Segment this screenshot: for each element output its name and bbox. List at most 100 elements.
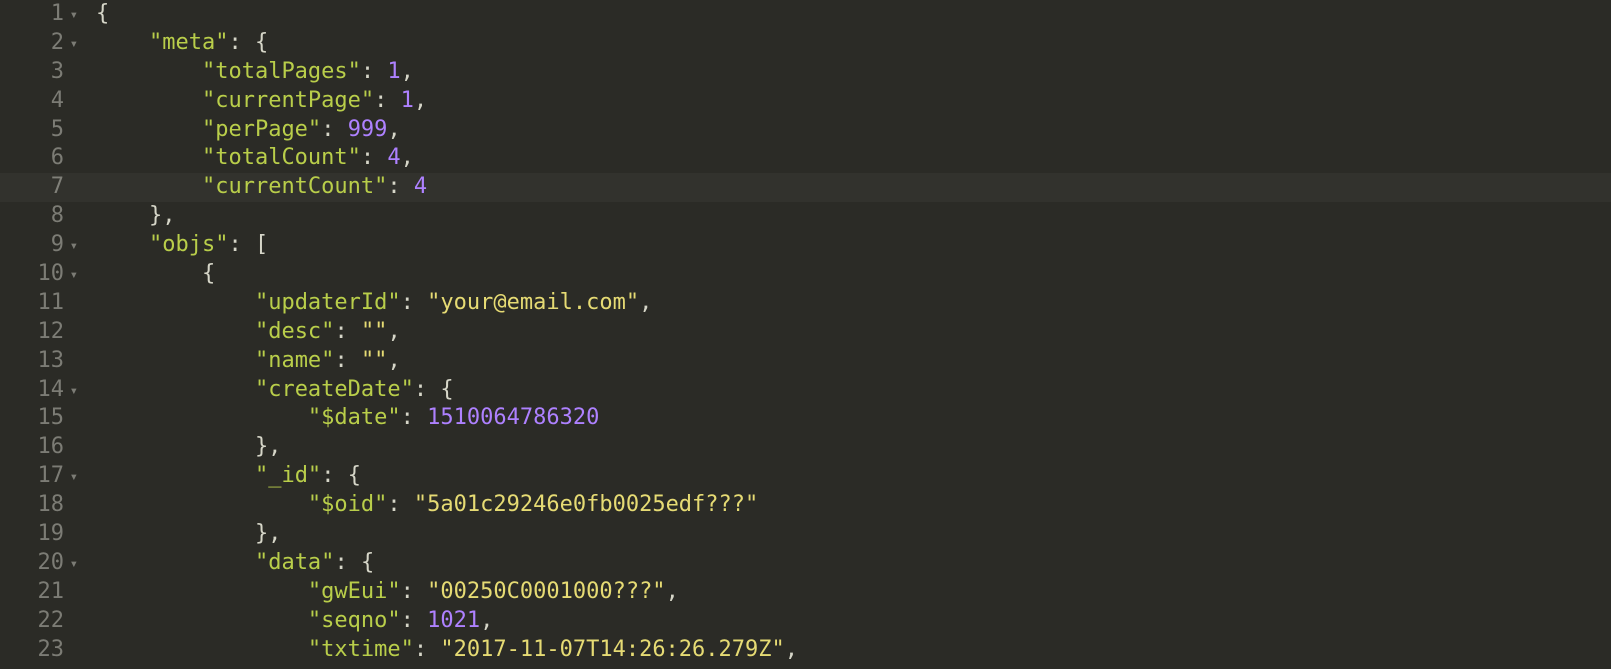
code-token: :: [414, 637, 441, 662]
code-token: },: [96, 434, 281, 459]
code-token: [96, 88, 202, 113]
line-number[interactable]: 22: [0, 607, 78, 636]
code-token: :: [334, 348, 361, 373]
code-token: ,: [785, 637, 798, 662]
line-number-label: 5: [51, 117, 64, 142]
code-editor[interactable]: 1▾2▾3456789▾10▾11121314▾151617▾181920▾21…: [0, 0, 1611, 669]
code-token: [96, 608, 308, 633]
code-token: 1: [401, 88, 414, 113]
code-token: "data": [255, 550, 334, 575]
code-token: [96, 637, 308, 662]
code-line[interactable]: },: [84, 433, 1611, 462]
code-line[interactable]: },: [84, 520, 1611, 549]
line-number[interactable]: 13: [0, 347, 78, 376]
code-token: },: [96, 521, 281, 546]
line-number[interactable]: 5: [0, 116, 78, 145]
line-number-label: 9: [51, 232, 64, 257]
code-token: :: [321, 117, 348, 142]
line-number[interactable]: 17▾: [0, 462, 78, 491]
code-line[interactable]: "_id": {: [84, 462, 1611, 491]
code-line[interactable]: "currentCount": 4: [84, 173, 1611, 202]
code-token: ,: [387, 319, 400, 344]
code-line[interactable]: "totalCount": 4,: [84, 144, 1611, 173]
code-token: :: [387, 492, 414, 517]
code-token: :: [334, 319, 361, 344]
code-token: {: [96, 261, 215, 286]
line-number[interactable]: 18: [0, 491, 78, 520]
code-line[interactable]: "txtime": "2017-11-07T14:26:26.279Z",: [84, 636, 1611, 665]
code-line[interactable]: "seqno": 1021,: [84, 607, 1611, 636]
code-token: "": [361, 348, 388, 373]
line-number-label: 4: [51, 88, 64, 113]
code-token: :: [228, 30, 255, 55]
line-number[interactable]: 11: [0, 289, 78, 318]
line-number-label: 12: [38, 319, 65, 344]
code-token: "gwEui": [308, 579, 401, 604]
code-token: ,: [401, 59, 414, 84]
code-token: [96, 117, 202, 142]
fold-toggle-icon[interactable]: ▾: [66, 550, 78, 579]
line-number[interactable]: 3: [0, 58, 78, 87]
code-token: {: [440, 377, 453, 402]
line-number[interactable]: 15: [0, 404, 78, 433]
code-line[interactable]: "perPage": 999,: [84, 116, 1611, 145]
code-line[interactable]: "gwEui": "00250C0001000???",: [84, 578, 1611, 607]
code-line[interactable]: "objs": [: [84, 231, 1611, 260]
line-number[interactable]: 8: [0, 202, 78, 231]
line-number[interactable]: 4: [0, 87, 78, 116]
code-line[interactable]: "name": "",: [84, 347, 1611, 376]
code-token: "updaterId": [255, 290, 401, 315]
code-token: "your@email.com": [427, 290, 639, 315]
line-number[interactable]: 6: [0, 144, 78, 173]
line-number[interactable]: 2▾: [0, 29, 78, 58]
line-number[interactable]: 10▾: [0, 260, 78, 289]
code-line[interactable]: "desc": "",: [84, 318, 1611, 347]
fold-toggle-icon[interactable]: ▾: [66, 232, 78, 261]
line-number[interactable]: 23: [0, 636, 78, 665]
code-line[interactable]: },: [84, 202, 1611, 231]
fold-toggle-icon[interactable]: ▾: [66, 1, 78, 30]
code-line[interactable]: "meta": {: [84, 29, 1611, 58]
line-number-label: 21: [38, 579, 65, 604]
line-number[interactable]: 19: [0, 520, 78, 549]
fold-toggle-icon[interactable]: ▾: [66, 261, 78, 290]
code-line[interactable]: "data": {: [84, 549, 1611, 578]
line-number-label: 23: [38, 637, 65, 662]
code-line[interactable]: {: [84, 0, 1611, 29]
code-line[interactable]: "$oid": "5a01c29246e0fb0025edf???": [84, 491, 1611, 520]
code-token: 4: [414, 174, 427, 199]
code-token: [96, 30, 149, 55]
line-number-label: 1: [51, 1, 64, 26]
code-token: [96, 492, 308, 517]
code-token: "name": [255, 348, 334, 373]
line-number-label: 3: [51, 59, 64, 84]
code-token: [: [255, 232, 268, 257]
line-number-gutter[interactable]: 1▾2▾3456789▾10▾11121314▾151617▾181920▾21…: [0, 0, 84, 669]
fold-toggle-icon[interactable]: ▾: [66, 463, 78, 492]
code-line[interactable]: "createDate": {: [84, 376, 1611, 405]
line-number-label: 2: [51, 30, 64, 55]
code-line[interactable]: {: [84, 260, 1611, 289]
code-line[interactable]: "totalPages": 1,: [84, 58, 1611, 87]
code-token: :: [414, 377, 441, 402]
code-token: "00250C0001000???": [427, 579, 665, 604]
code-token: "$oid": [308, 492, 387, 517]
line-number[interactable]: 12: [0, 318, 78, 347]
fold-toggle-icon[interactable]: ▾: [66, 30, 78, 59]
code-token: "meta": [149, 30, 228, 55]
fold-toggle-icon[interactable]: ▾: [66, 377, 78, 406]
code-line[interactable]: "updaterId": "your@email.com",: [84, 289, 1611, 318]
line-number[interactable]: 9▾: [0, 231, 78, 260]
code-token: {: [96, 1, 109, 26]
line-number[interactable]: 20▾: [0, 549, 78, 578]
code-token: [96, 348, 255, 373]
code-token: :: [401, 290, 428, 315]
code-area[interactable]: { "meta": { "totalPages": 1, "currentPag…: [84, 0, 1611, 669]
code-line[interactable]: "$date": 1510064786320: [84, 404, 1611, 433]
code-token: :: [387, 174, 414, 199]
line-number[interactable]: 1▾: [0, 0, 78, 29]
line-number[interactable]: 21: [0, 578, 78, 607]
code-line[interactable]: "currentPage": 1,: [84, 87, 1611, 116]
line-number[interactable]: 14▾: [0, 376, 78, 405]
line-number[interactable]: 16: [0, 433, 78, 462]
